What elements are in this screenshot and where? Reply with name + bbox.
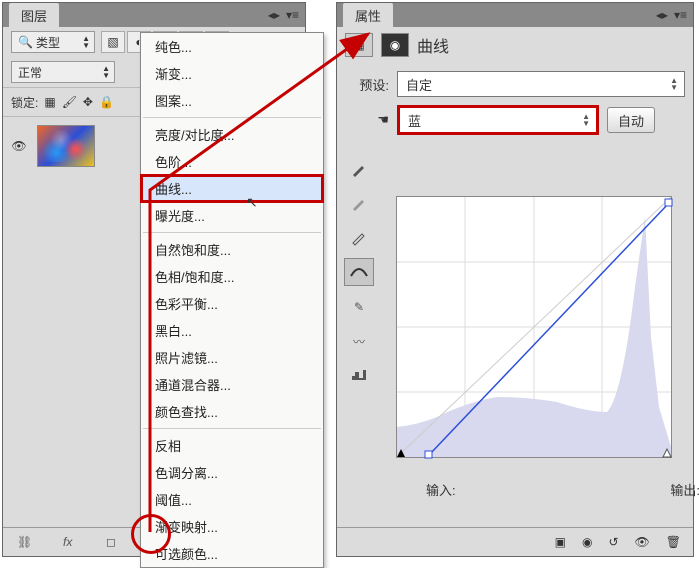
menu-item-17[interactable]: 反相 bbox=[141, 432, 323, 459]
menu-item-12[interactable]: 黑白... bbox=[141, 317, 323, 344]
layer-thumbnail[interactable] bbox=[37, 125, 95, 167]
view-previous-icon[interactable]: ◉ bbox=[582, 535, 592, 549]
clip-icon[interactable]: ▣ bbox=[555, 535, 566, 549]
menu-item-9[interactable]: 自然饱和度... bbox=[141, 236, 323, 263]
blend-mode-select[interactable]: 正常 ▲▼ bbox=[11, 61, 115, 83]
eyedropper-gray-icon[interactable] bbox=[345, 190, 373, 216]
layers-tab[interactable]: 图层 bbox=[9, 3, 59, 27]
menu-item-6[interactable]: 曲线... bbox=[141, 175, 323, 202]
pencil-icon[interactable]: ✎ bbox=[345, 294, 373, 320]
eyedropper-black-icon[interactable] bbox=[345, 156, 373, 182]
hand-icon[interactable]: ☚ bbox=[345, 112, 389, 128]
menu-item-7[interactable]: 曝光度... bbox=[141, 202, 323, 229]
eyedropper-white-icon[interactable] bbox=[345, 224, 373, 250]
menu-item-1[interactable]: 渐变... bbox=[141, 60, 323, 87]
visibility-icon[interactable]: 👁 bbox=[635, 535, 650, 549]
type-filter-label: 类型 bbox=[36, 34, 60, 51]
curves-graph[interactable] bbox=[396, 196, 672, 458]
preset-select[interactable]: 自定 ▲▼ bbox=[397, 71, 685, 97]
type-filter-select[interactable]: 🔍类型 ▲▼ bbox=[11, 31, 95, 53]
menu-item-4[interactable]: 亮度/对比度... bbox=[141, 121, 323, 148]
preset-value: 自定 bbox=[406, 75, 432, 94]
visibility-icon[interactable]: 👁 bbox=[11, 139, 27, 153]
lock-label: 锁定: bbox=[11, 94, 38, 111]
menu-item-2[interactable]: 图案... bbox=[141, 87, 323, 114]
menu-item-14[interactable]: 通道混合器... bbox=[141, 371, 323, 398]
panel-menu-icon[interactable]: ▾≡ bbox=[674, 8, 687, 22]
menu-item-0[interactable]: 纯色... bbox=[141, 33, 323, 60]
delete-icon[interactable]: 🗑 bbox=[666, 535, 681, 549]
preset-label: 预设: bbox=[345, 75, 389, 94]
collapse-icon[interactable]: ◂▸ bbox=[268, 8, 280, 22]
curve-point-icon[interactable] bbox=[344, 258, 374, 286]
menu-item-15[interactable]: 颜色查找... bbox=[141, 398, 323, 425]
properties-tab[interactable]: 属性 bbox=[343, 3, 393, 27]
menu-item-21[interactable]: 可选颜色... bbox=[141, 540, 323, 567]
reset-icon[interactable]: ↺ bbox=[608, 535, 618, 549]
link-layers-icon[interactable]: ⛓ bbox=[14, 533, 36, 551]
adjustment-title: 曲线 bbox=[417, 33, 449, 57]
adjustment-grid-icon[interactable]: ▦ bbox=[345, 33, 373, 57]
blend-mode-value: 正常 bbox=[18, 64, 42, 81]
output-label: 输出: bbox=[670, 480, 700, 499]
channel-value: 蓝 bbox=[408, 111, 421, 130]
menu-item-19[interactable]: 阈值... bbox=[141, 486, 323, 513]
mask-icon[interactable]: ◻ bbox=[100, 533, 122, 551]
adjustment-mask-icon[interactable]: ◉ bbox=[381, 33, 409, 57]
filter-pixel-icon[interactable]: ▧ bbox=[101, 31, 125, 53]
menu-item-20[interactable]: 渐变映射... bbox=[141, 513, 323, 540]
menu-item-11[interactable]: 色彩平衡... bbox=[141, 290, 323, 317]
histogram-icon[interactable] bbox=[345, 362, 373, 388]
channel-select[interactable]: 蓝 ▲▼ bbox=[397, 105, 599, 135]
lock-all-icon[interactable]: 🔒 bbox=[99, 95, 114, 109]
menu-item-13[interactable]: 照片滤镜... bbox=[141, 344, 323, 371]
auto-button[interactable]: 自动 bbox=[607, 107, 655, 133]
fx-icon[interactable]: fx bbox=[57, 533, 79, 551]
panel-menu-icon[interactable]: ▾≡ bbox=[286, 8, 299, 22]
smooth-icon[interactable]: 〰 bbox=[345, 328, 373, 354]
lock-position-icon[interactable]: ✥ bbox=[83, 95, 93, 109]
menu-item-18[interactable]: 色调分离... bbox=[141, 459, 323, 486]
menu-item-5[interactable]: 色阶... bbox=[141, 148, 323, 175]
collapse-icon[interactable]: ◂▸ bbox=[656, 8, 668, 22]
input-label: 输入: bbox=[426, 480, 456, 499]
lock-transparency-icon[interactable]: ▦ bbox=[44, 95, 55, 109]
adjustment-menu: 纯色...渐变...图案... 亮度/对比度...色阶...曲线...曝光度...… bbox=[140, 32, 324, 568]
lock-brush-icon[interactable]: 🖌 bbox=[62, 95, 77, 109]
menu-item-10[interactable]: 色相/饱和度... bbox=[141, 263, 323, 290]
